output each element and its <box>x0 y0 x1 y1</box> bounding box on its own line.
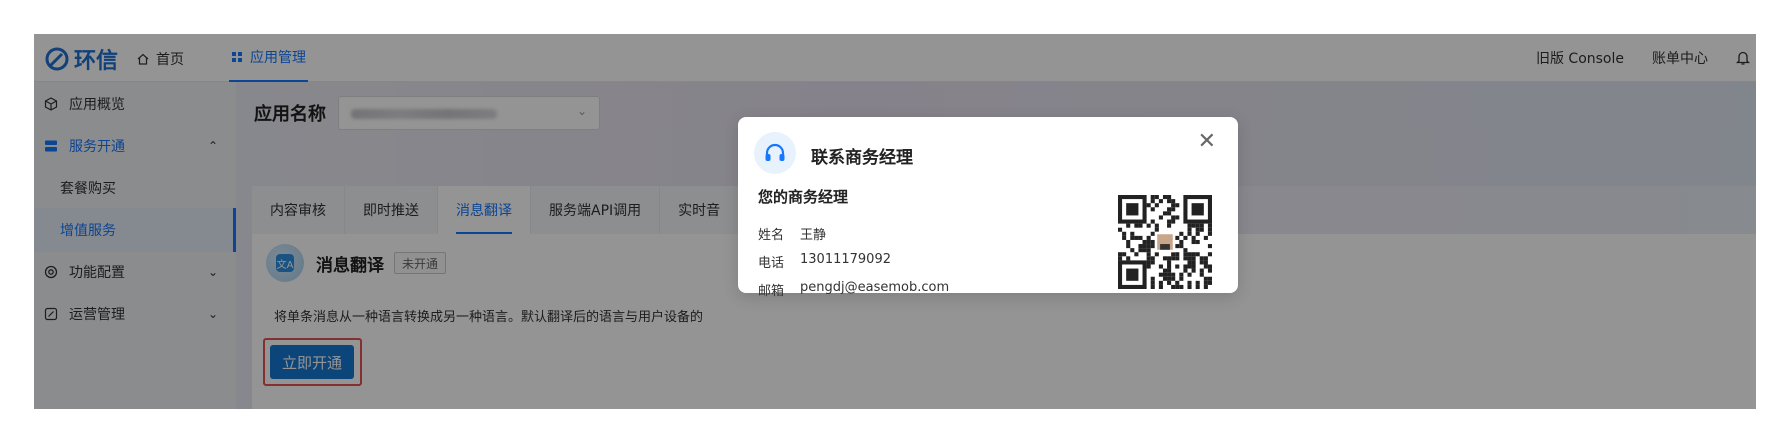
name-label: 姓名 <box>758 228 785 243</box>
manager-phone-row: 电话 13011179092 <box>758 252 891 271</box>
name-value: 王静 <box>800 228 827 243</box>
email-label: 邮箱 <box>758 284 785 299</box>
dialog-title: 联系商务经理 <box>811 148 913 168</box>
manager-email-row: 邮箱 pengdj@easemob.com <box>758 280 949 299</box>
headset-icon <box>754 132 796 174</box>
phone-label: 电话 <box>758 256 785 271</box>
app-window: 环信 首页 应用管理 旧版 Console 账单中心 应用概览 服务开通 ⌃ 套… <box>34 34 1756 409</box>
qr-code-image <box>1118 195 1212 289</box>
phone-value: 13011179092 <box>800 252 891 267</box>
close-icon[interactable]: ✕ <box>1198 131 1216 153</box>
manager-heading: 您的商务经理 <box>758 188 849 206</box>
manager-name-row: 姓名 王静 <box>758 224 826 243</box>
email-value: pengdj@easemob.com <box>800 280 950 295</box>
contact-manager-dialog: 联系商务经理 ✕ 您的商务经理 姓名 王静 电话 13011179092 邮箱 … <box>738 117 1238 299</box>
